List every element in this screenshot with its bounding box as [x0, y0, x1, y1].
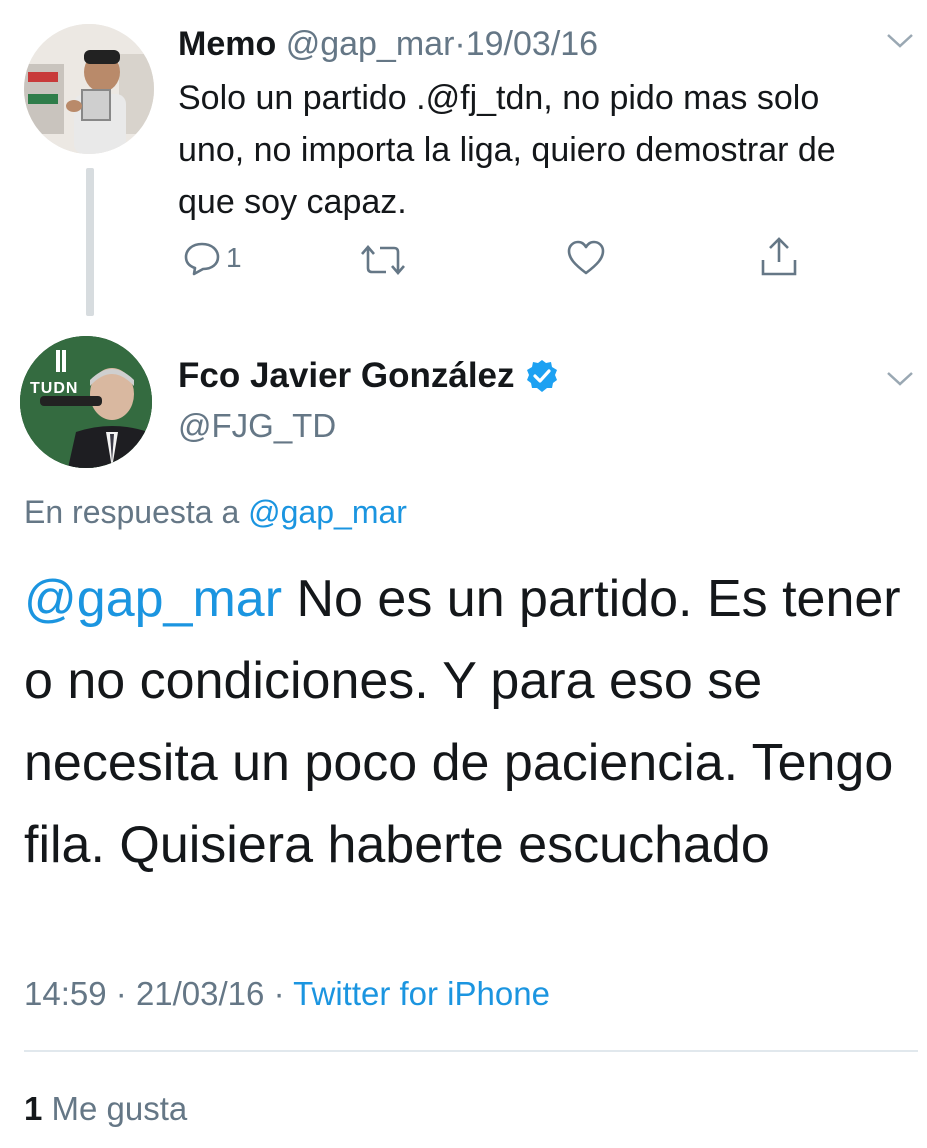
share-icon	[761, 237, 797, 276]
reply-header-separator: ·	[454, 25, 466, 63]
in-reply-handle-link[interactable]: @gap_mar	[248, 494, 407, 530]
chevron-down-icon	[887, 34, 913, 48]
reply-author-handle[interactable]: @gap_mar	[286, 25, 455, 63]
likes-stat[interactable]: 1 Me gusta	[24, 1086, 187, 1132]
meta-separator-1: ·	[115, 975, 127, 1012]
main-author-handle[interactable]: @FJG_TD	[178, 402, 336, 450]
reply-icon	[184, 242, 220, 276]
reply-count: 1	[226, 242, 242, 273]
tweet-source-link[interactable]: Twitter for iPhone	[293, 975, 550, 1012]
retweet-action-button[interactable]	[358, 244, 408, 276]
reply-action-button[interactable]: 1	[182, 240, 242, 276]
like-label: Me gusta	[51, 1090, 188, 1127]
main-tweet-text: @gap_mar No es un partido. Es tener o no…	[24, 558, 914, 886]
chevron-down-icon	[887, 372, 913, 386]
tweet-meta: 14:59 · 21/03/16 · Twitter for iPhone	[24, 970, 550, 1018]
meta-separator-2: ·	[273, 975, 285, 1012]
like-count: 1	[24, 1090, 43, 1127]
retweet-icon	[361, 245, 405, 275]
avatar-fjg[interactable]: TUDN	[20, 336, 152, 468]
share-action-button[interactable]	[758, 236, 800, 278]
reply-menu-button[interactable]	[886, 32, 914, 55]
like-action-button[interactable]	[566, 240, 606, 276]
reply-tweet-text: Solo un partido .@fj_tdn, no pido mas so…	[178, 79, 836, 221]
main-menu-button[interactable]	[886, 370, 914, 393]
in-reply-to: En respuesta a @gap_mar	[24, 490, 407, 534]
reply-tweet-header: Memo @gap_mar·19/03/16	[178, 22, 598, 66]
avatar-memo[interactable]	[24, 24, 154, 154]
thread-connector-line	[86, 168, 94, 316]
tweet-date: 21/03/16	[135, 975, 265, 1012]
tweet-time: 14:59	[24, 975, 107, 1012]
reply-date[interactable]: 19/03/16	[466, 25, 598, 63]
reply-author-name[interactable]: Memo	[178, 25, 276, 63]
in-reply-prefix: En respuesta a	[24, 494, 240, 530]
like-icon	[567, 240, 605, 275]
verified-badge-icon	[526, 360, 557, 392]
main-author-name-row: Fco Javier González	[178, 352, 559, 400]
stats-divider	[24, 1050, 918, 1052]
mention-link[interactable]: @gap_mar	[24, 570, 282, 628]
avatar-tudn-logo: TUDN	[30, 380, 79, 397]
main-author-name[interactable]: Fco Javier González	[178, 352, 515, 400]
